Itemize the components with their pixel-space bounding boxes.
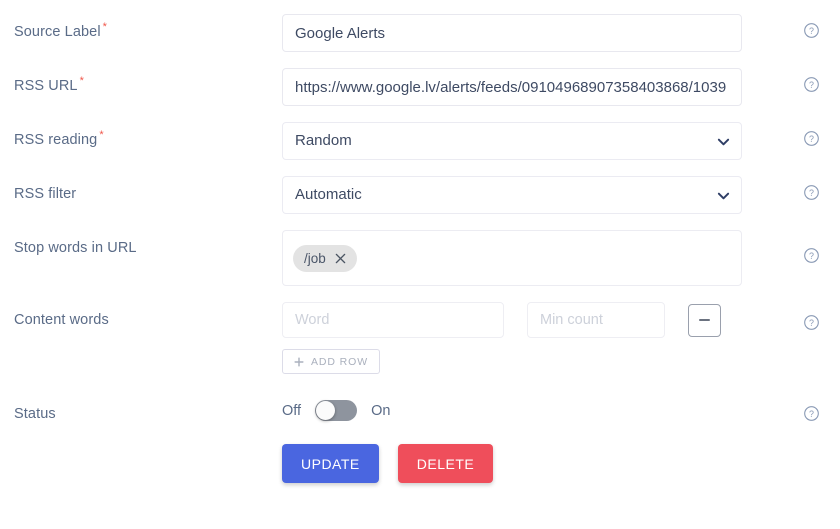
label-text: Content words [14, 312, 109, 328]
action-buttons: UPDATE DELETE [282, 444, 782, 483]
label-rss-reading: RSS reading * [0, 122, 282, 150]
rss-reading-value: Random [282, 122, 742, 160]
form-row-source-label: Source Label* ? [0, 14, 840, 52]
help-source-label[interactable]: ? [782, 14, 840, 39]
help-circle-icon: ? [803, 248, 819, 263]
field-content-words: ADD ROW [282, 302, 782, 374]
help-content-words[interactable]: ? [782, 302, 840, 331]
label-text: Stop words in URL [14, 240, 137, 256]
help-rss-filter[interactable]: ? [782, 176, 840, 201]
field-status: Off On [282, 396, 782, 421]
form-row-status: Status Off On ? [0, 396, 840, 424]
close-icon[interactable] [335, 253, 346, 264]
field-stop-words: /job [282, 230, 782, 286]
update-button[interactable]: UPDATE [282, 444, 379, 483]
field-rss-url [282, 68, 782, 106]
rss-filter-select[interactable]: Automatic [282, 176, 742, 214]
form-row-actions: UPDATE DELETE [0, 444, 840, 483]
remove-content-word-row-button[interactable] [688, 303, 721, 337]
status-toggle-switch[interactable] [315, 400, 358, 421]
label-text: Source Label [14, 24, 101, 40]
label-stop-words: Stop words in URL [0, 230, 282, 258]
chip-label: /job [304, 250, 326, 266]
add-row-button[interactable]: ADD ROW [282, 349, 381, 374]
rss-url-input[interactable] [282, 68, 742, 106]
help-status[interactable]: ? [782, 396, 840, 422]
content-word-min-count-input[interactable] [527, 302, 665, 338]
toggle-knob [316, 401, 336, 420]
label-text: RSS reading [14, 132, 98, 148]
actions-help-spacer [782, 444, 840, 452]
form-row-rss-filter: RSS filter Automatic ? [0, 176, 840, 214]
minus-icon [699, 319, 710, 321]
svg-text:?: ? [809, 318, 814, 328]
status-toggle-group: Off On [282, 396, 782, 421]
actions-spacer [0, 444, 282, 452]
help-circle-icon: ? [803, 131, 819, 146]
required-asterisk: * [99, 129, 104, 142]
svg-text:?: ? [809, 26, 814, 36]
help-circle-icon: ? [803, 23, 819, 38]
source-settings-form: Source Label* ? RSS URL* ? RSS reading* [0, 14, 840, 529]
stop-words-chips-input[interactable]: /job [282, 230, 742, 286]
required-asterisk: * [102, 21, 108, 34]
help-stop-words[interactable]: ? [782, 230, 840, 264]
rss-filter-value: Automatic [282, 176, 742, 214]
plus-icon [294, 356, 304, 367]
label-source-label: Source Label * [0, 14, 282, 42]
form-row-content-words: Content words ADD ROW ? [0, 302, 840, 374]
help-circle-icon: ? [803, 315, 819, 330]
help-circle-icon: ? [803, 185, 819, 200]
field-rss-reading: Random [282, 122, 782, 160]
svg-text:?: ? [809, 80, 814, 90]
field-actions: UPDATE DELETE [282, 444, 782, 483]
delete-button[interactable]: DELETE [397, 444, 494, 483]
help-rss-reading[interactable]: ? [782, 122, 840, 147]
label-rss-url: RSS URL * [0, 68, 282, 96]
form-row-stop-words: Stop words in URL /job ? [0, 230, 840, 286]
help-circle-icon: ? [803, 77, 819, 92]
chip-stop-word: /job [293, 244, 357, 272]
label-content-words: Content words [0, 302, 282, 330]
label-text: Status [14, 406, 56, 422]
help-rss-url[interactable]: ? [782, 68, 840, 93]
content-words-row [282, 302, 782, 338]
label-text: RSS URL [14, 78, 78, 94]
svg-text:?: ? [809, 188, 814, 198]
required-asterisk: * [79, 75, 84, 88]
field-source-label [282, 14, 782, 52]
svg-text:?: ? [809, 134, 814, 144]
svg-text:?: ? [809, 251, 814, 261]
status-off-label: Off [282, 402, 302, 419]
form-row-rss-reading: RSS reading * Random ? [0, 122, 840, 160]
svg-text:?: ? [809, 409, 814, 419]
label-rss-filter: RSS filter [0, 176, 282, 204]
form-row-rss-url: RSS URL* ? [0, 68, 840, 106]
add-row-label: ADD ROW [311, 355, 369, 368]
source-label-input[interactable] [282, 14, 742, 52]
field-rss-filter: Automatic [282, 176, 782, 214]
label-text: RSS filter [14, 186, 77, 202]
content-word-input[interactable] [282, 302, 504, 338]
label-status: Status [0, 396, 282, 424]
status-on-label: On [371, 402, 391, 419]
help-circle-icon: ? [803, 406, 819, 421]
rss-reading-select[interactable]: Random [282, 122, 742, 160]
